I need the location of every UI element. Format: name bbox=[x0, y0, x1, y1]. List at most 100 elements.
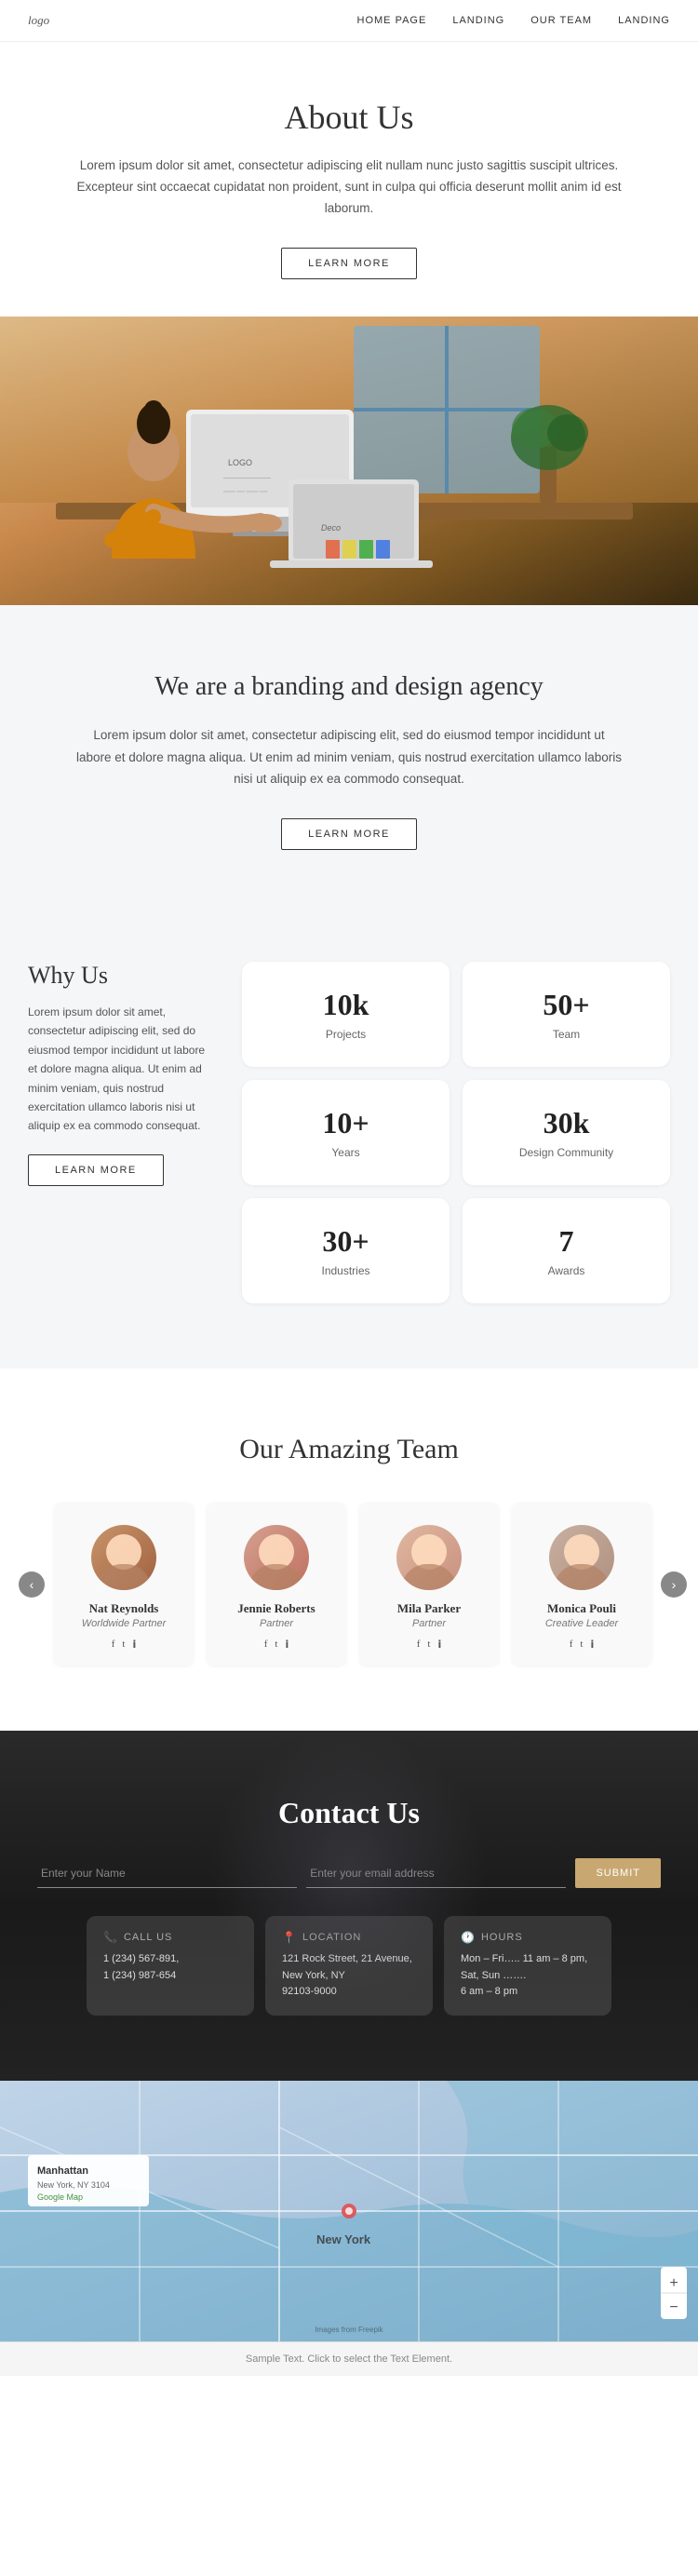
branding-body: Lorem ipsum dolor sit amet, consectetur … bbox=[74, 724, 624, 790]
team-member-card: Monica Pouli Creative Leader f t 𝗶 bbox=[512, 1503, 651, 1666]
contact-info-card-0: 📞 CALL US 1 (234) 567-891,1 (234) 987-65… bbox=[87, 1916, 254, 2016]
avatar-face bbox=[244, 1525, 309, 1590]
avatar bbox=[549, 1525, 614, 1590]
twitter-icon[interactable]: t bbox=[427, 1639, 430, 1651]
contact-info-card-1: 📍 LOCATION 121 Rock Street, 21 Avenue, N… bbox=[265, 1916, 433, 2016]
svg-text:−: − bbox=[669, 2300, 678, 2315]
contact-section: Contact Us SUBMIT 📞 CALL US 1 (234) 567-… bbox=[0, 1731, 698, 2081]
team-member-name: Nat Reynolds bbox=[69, 1601, 179, 1616]
stat-number: 10+ bbox=[261, 1106, 431, 1140]
svg-text:New York, NY 3104: New York, NY 3104 bbox=[37, 2180, 110, 2190]
svg-text:+: + bbox=[669, 2275, 678, 2291]
instagram-icon[interactable]: 𝗶 bbox=[285, 1639, 289, 1651]
info-card-text: 1 (234) 567-891,1 (234) 987-654 bbox=[103, 1951, 237, 1984]
why-us-section: Why Us Lorem ipsum dolor sit amet, conse… bbox=[0, 897, 698, 1369]
social-icons: f t 𝗶 bbox=[221, 1639, 331, 1651]
social-icons: f t 𝗶 bbox=[69, 1639, 179, 1651]
info-icon: 📞 bbox=[103, 1931, 118, 1944]
stat-number: 30+ bbox=[261, 1224, 431, 1259]
team-member-role: Creative Leader bbox=[527, 1618, 637, 1629]
stat-card: 7 Awards bbox=[463, 1198, 670, 1303]
svg-text:────────────: ──────────── bbox=[222, 476, 272, 481]
contact-submit-button[interactable]: SUBMIT bbox=[575, 1858, 661, 1888]
nav-link-1[interactable]: LANDING bbox=[452, 15, 504, 26]
stat-card: 10k Projects bbox=[242, 962, 450, 1067]
svg-text:Manhattan: Manhattan bbox=[37, 2165, 88, 2177]
team-section: Our Amazing Team ‹ Nat Reynolds Worldwid… bbox=[0, 1369, 698, 1731]
stat-label: Awards bbox=[481, 1264, 651, 1277]
info-card-text: Mon – Fri….. 11 am – 8 pm, Sat, Sun …….6… bbox=[461, 1951, 595, 2001]
stat-number: 10k bbox=[261, 988, 431, 1022]
map-illustration: Manhattan New York, NY 3104 Google Map N… bbox=[0, 2081, 698, 2341]
facebook-icon[interactable]: f bbox=[112, 1639, 115, 1651]
avatar bbox=[244, 1525, 309, 1590]
footer-sample-text: Sample Text. Click to select the Text El… bbox=[0, 2341, 698, 2376]
nav-link-2[interactable]: OUR TEAM bbox=[530, 15, 592, 26]
svg-text:═══ ══ ═══ ══: ═══ ══ ═══ ══ bbox=[222, 490, 268, 495]
stat-label: Projects bbox=[261, 1028, 431, 1041]
stat-label: Design Community bbox=[481, 1146, 651, 1159]
avatar-body bbox=[96, 1564, 152, 1590]
team-member-name: Mila Parker bbox=[374, 1601, 484, 1616]
svg-text:LOGO: LOGO bbox=[228, 458, 252, 467]
hero-image: LOGO ──────────── ═══ ══ ═══ ══ Deco bbox=[0, 317, 698, 605]
team-carousel: ‹ Nat Reynolds Worldwide Partner f t 𝗶 J… bbox=[19, 1503, 679, 1666]
social-icons: f t 𝗶 bbox=[374, 1639, 484, 1651]
svg-text:Images from Freepik: Images from Freepik bbox=[315, 2326, 383, 2334]
info-card-title: 🕐 HOURS bbox=[461, 1931, 595, 1944]
social-icons: f t 𝗶 bbox=[527, 1639, 637, 1651]
stat-card: 50+ Team bbox=[463, 962, 670, 1067]
team-cards: Nat Reynolds Worldwide Partner f t 𝗶 Jen… bbox=[45, 1503, 661, 1666]
instagram-icon[interactable]: 𝗶 bbox=[437, 1639, 441, 1651]
contact-title: Contact Us bbox=[37, 1796, 661, 1830]
facebook-icon[interactable]: f bbox=[570, 1639, 573, 1651]
stat-label: Team bbox=[481, 1028, 651, 1041]
branding-section: We are a branding and design agency Lore… bbox=[0, 605, 698, 897]
carousel-prev-button[interactable]: ‹ bbox=[19, 1571, 45, 1598]
navbar: logo HOME PAGELANDINGOUR TEAMLANDING bbox=[0, 0, 698, 42]
twitter-icon[interactable]: t bbox=[580, 1639, 583, 1651]
team-title: Our Amazing Team bbox=[19, 1434, 679, 1465]
avatar-body bbox=[401, 1564, 457, 1590]
branding-title: We are a branding and design agency bbox=[74, 670, 624, 704]
team-member-name: Monica Pouli bbox=[527, 1601, 637, 1616]
team-member-card: Jennie Roberts Partner f t 𝗶 bbox=[207, 1503, 346, 1666]
twitter-icon[interactable]: t bbox=[275, 1639, 277, 1651]
about-cta-button[interactable]: LEARN MORE bbox=[281, 248, 417, 279]
svg-text:Google Map: Google Map bbox=[37, 2192, 83, 2202]
info-card-text: 121 Rock Street, 21 Avenue, New York, NY… bbox=[282, 1951, 416, 2001]
instagram-icon[interactable]: 𝗶 bbox=[132, 1639, 136, 1651]
info-card-title: 📍 LOCATION bbox=[282, 1931, 416, 1944]
map-section: Manhattan New York, NY 3104 Google Map N… bbox=[0, 2081, 698, 2341]
avatar bbox=[91, 1525, 156, 1590]
why-us-cta-button[interactable]: LEARN MORE bbox=[28, 1154, 164, 1186]
why-us-left: Why Us Lorem ipsum dolor sit amet, conse… bbox=[28, 962, 214, 1186]
about-section: About Us Lorem ipsum dolor sit amet, con… bbox=[0, 42, 698, 317]
twitter-icon[interactable]: t bbox=[122, 1639, 125, 1651]
contact-name-input[interactable] bbox=[37, 1858, 297, 1888]
stat-card: 10+ Years bbox=[242, 1080, 450, 1185]
stat-number: 30k bbox=[481, 1106, 651, 1140]
avatar-body bbox=[248, 1564, 304, 1590]
stat-card: 30+ Industries bbox=[242, 1198, 450, 1303]
avatar-body bbox=[554, 1564, 610, 1590]
info-icon: 📍 bbox=[282, 1931, 297, 1944]
about-title: About Us bbox=[74, 98, 624, 137]
stat-label: Years bbox=[261, 1146, 431, 1159]
nav-link-3[interactable]: LANDING bbox=[618, 15, 670, 26]
why-us-body: Lorem ipsum dolor sit amet, consectetur … bbox=[28, 1003, 214, 1136]
nav-link-0[interactable]: HOME PAGE bbox=[357, 15, 427, 26]
stat-card: 30k Design Community bbox=[463, 1080, 670, 1185]
contact-form: SUBMIT bbox=[37, 1858, 661, 1888]
facebook-icon[interactable]: f bbox=[264, 1639, 268, 1651]
branding-cta-button[interactable]: LEARN MORE bbox=[281, 818, 417, 850]
contact-email-input[interactable] bbox=[306, 1858, 566, 1888]
instagram-icon[interactable]: 𝗶 bbox=[590, 1639, 594, 1651]
carousel-next-button[interactable]: › bbox=[661, 1571, 687, 1598]
contact-info-cards: 📞 CALL US 1 (234) 567-891,1 (234) 987-65… bbox=[37, 1916, 661, 2016]
team-member-role: Partner bbox=[374, 1618, 484, 1629]
facebook-icon[interactable]: f bbox=[417, 1639, 421, 1651]
team-member-role: Partner bbox=[221, 1618, 331, 1629]
info-icon: 🕐 bbox=[461, 1931, 476, 1944]
nav-links: HOME PAGE LANDING OUR TEAM LANDING bbox=[357, 15, 670, 26]
